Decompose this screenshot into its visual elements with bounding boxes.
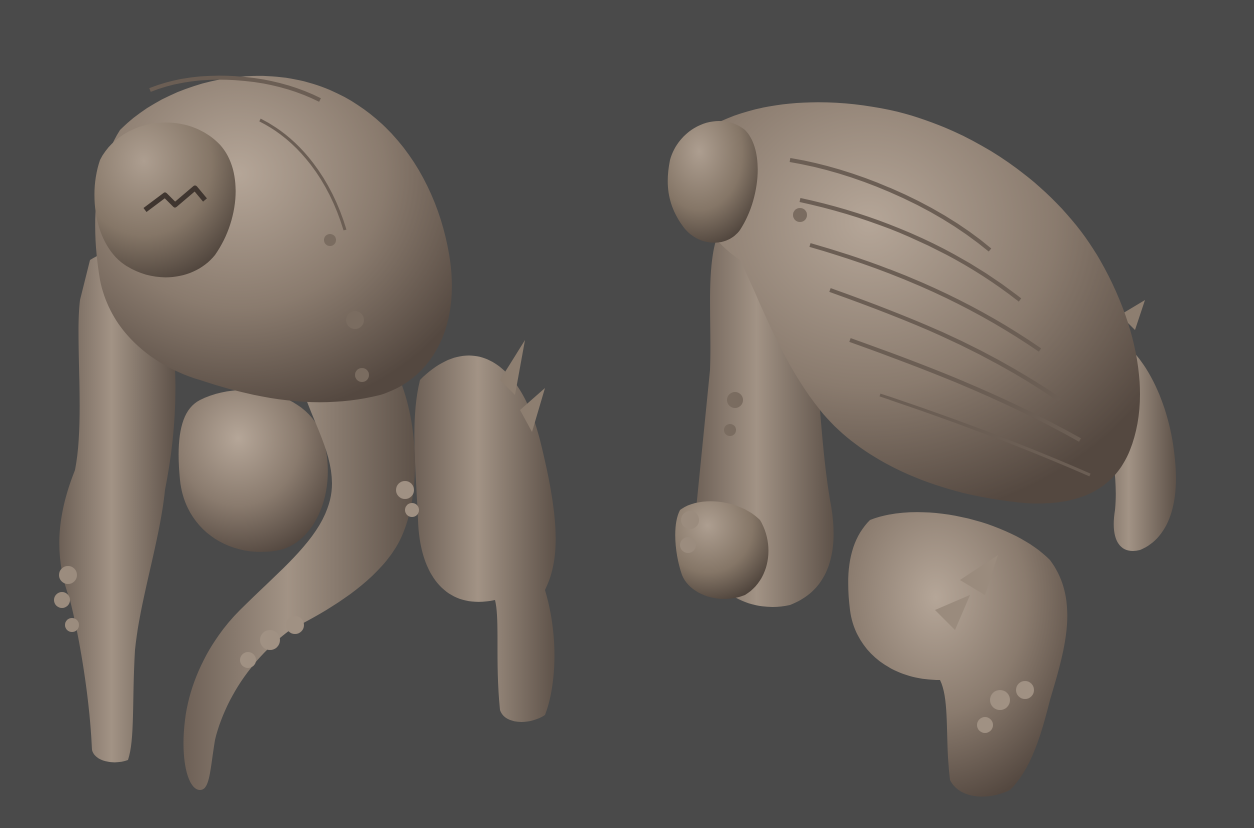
front-view-bump xyxy=(396,481,414,499)
viewport-canvas xyxy=(54,75,1176,797)
creature-front-view xyxy=(54,75,556,790)
back-view-knuckle xyxy=(680,537,696,553)
front-view-bump xyxy=(240,652,256,668)
front-view-bump xyxy=(54,592,70,608)
front-view-nodule xyxy=(355,368,369,382)
front-view-bump xyxy=(405,503,419,517)
back-view-bump xyxy=(1016,681,1034,699)
back-view-bump xyxy=(990,690,1010,710)
front-view-bump xyxy=(59,566,77,584)
sculpt-viewport[interactable] xyxy=(0,0,1254,828)
back-view-nodule xyxy=(727,392,743,408)
back-view-bump xyxy=(977,717,993,733)
back-view-lower-leg xyxy=(848,512,1068,797)
front-view-knee xyxy=(178,390,328,552)
front-view-nodule xyxy=(346,311,364,329)
creature-back-view xyxy=(667,102,1176,797)
back-view-nodule xyxy=(724,424,736,436)
front-view-bump xyxy=(260,630,280,650)
front-view-bump xyxy=(286,616,304,634)
back-view-nodule xyxy=(793,208,807,222)
front-view-bump xyxy=(65,618,79,632)
back-view-knuckle xyxy=(681,511,699,529)
front-view-head xyxy=(94,122,236,278)
front-view-nodule xyxy=(324,234,336,246)
